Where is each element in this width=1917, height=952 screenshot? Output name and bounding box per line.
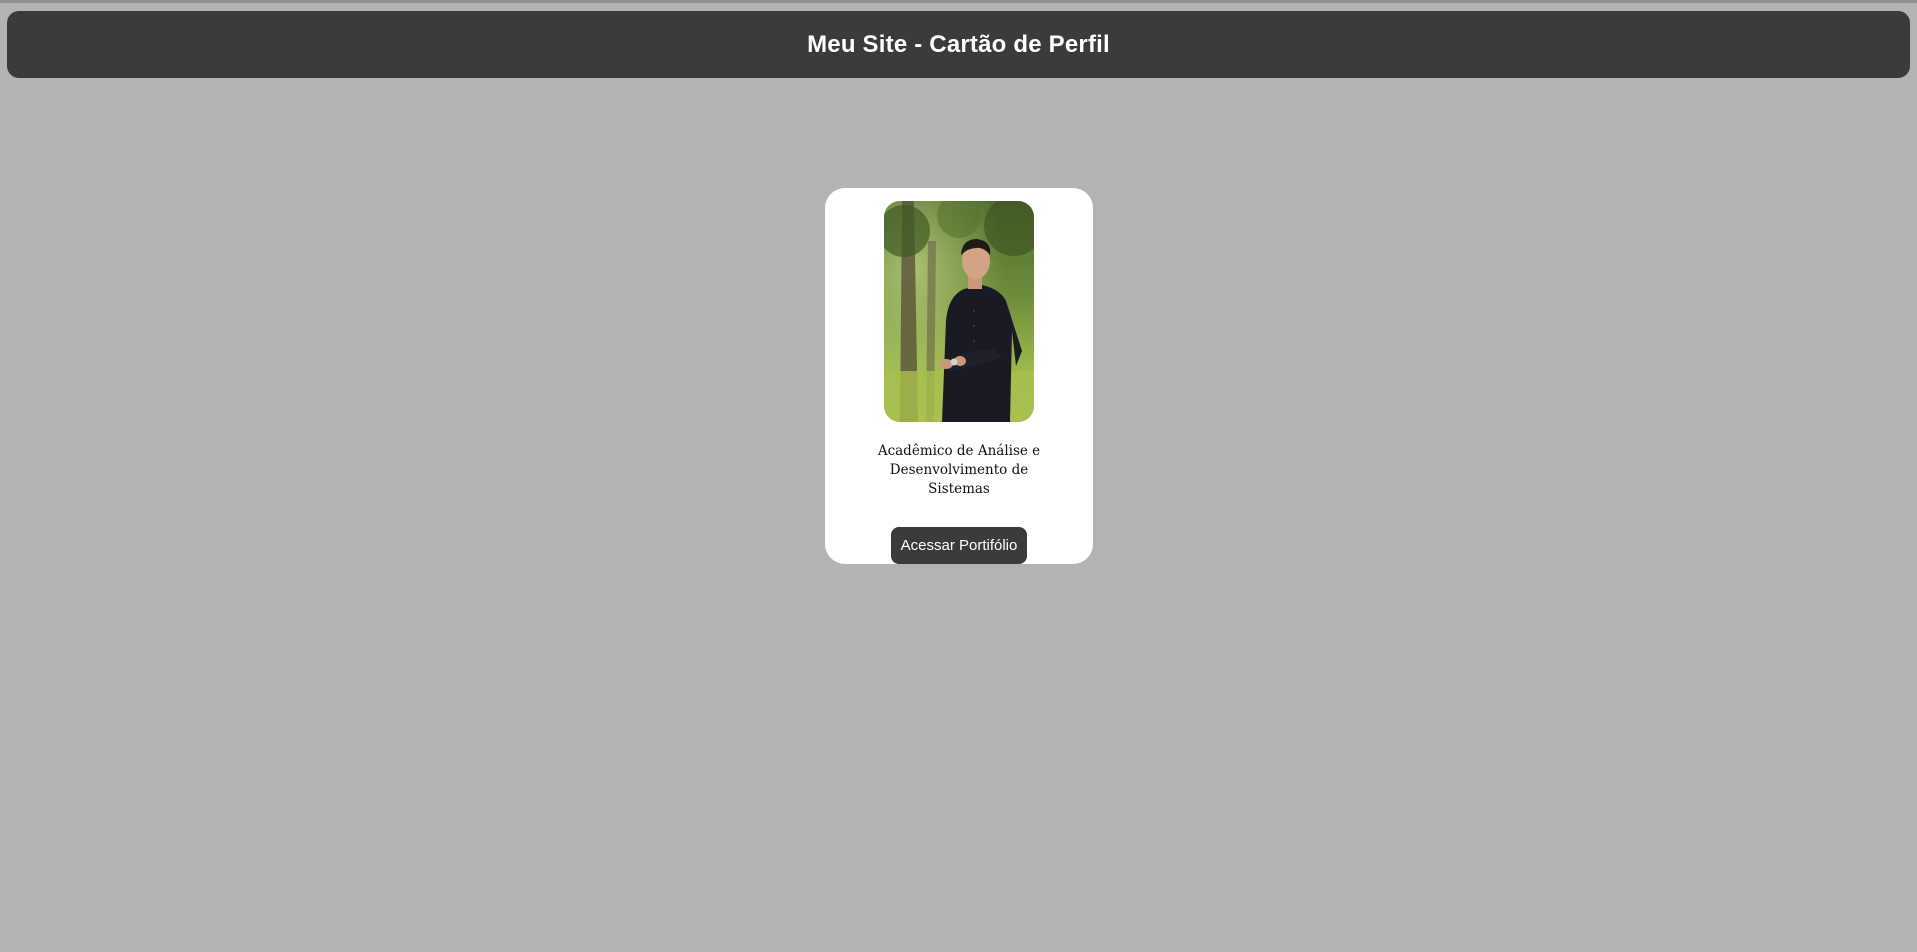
profile-description: Acadêmico de Análise e Desenvolvimento d…	[877, 443, 1041, 497]
access-portfolio-button[interactable]: Acessar Portifólio	[890, 526, 1028, 564]
site-header: Meu Site - Cartão de Perfil	[7, 11, 1910, 78]
profile-card: Acadêmico de Análise e Desenvolvimento d…	[825, 188, 1093, 564]
profile-photo	[884, 201, 1034, 422]
browser-top-strip	[0, 0, 1917, 3]
page-title: Meu Site - Cartão de Perfil	[807, 30, 1110, 58]
